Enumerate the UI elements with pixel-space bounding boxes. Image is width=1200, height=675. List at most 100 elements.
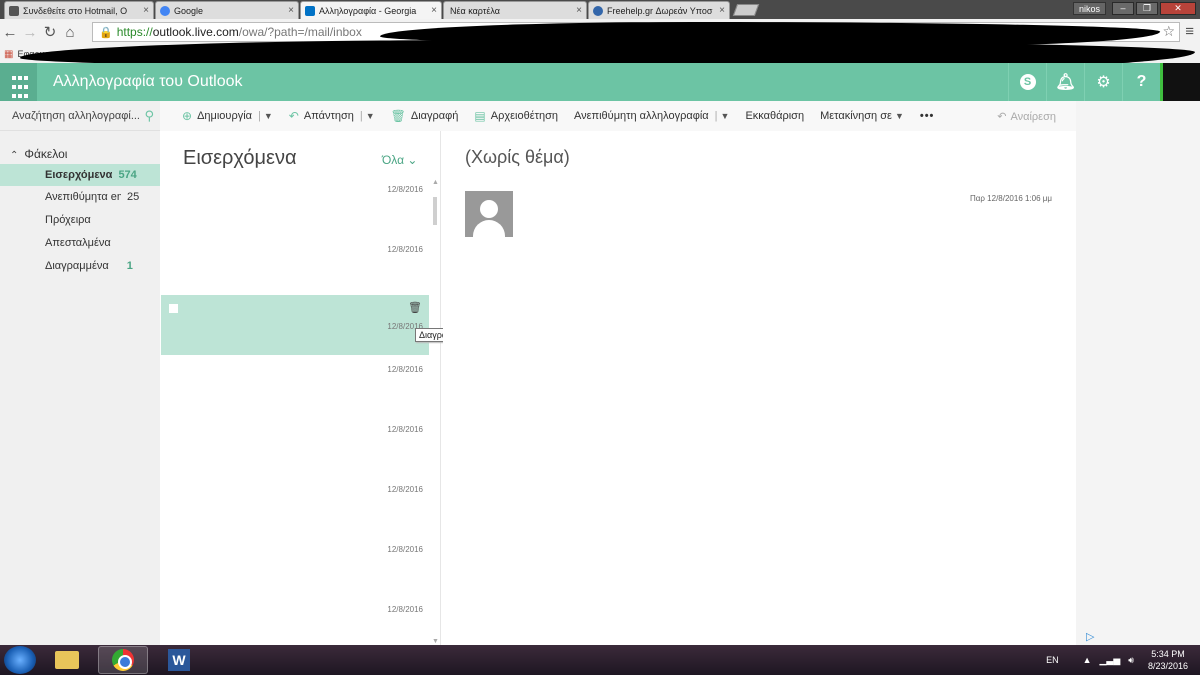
folder-deleted[interactable]: Διαγραμμένα 1 bbox=[0, 255, 160, 277]
back-icon[interactable]: ← bbox=[0, 24, 20, 41]
bookmark-star-icon[interactable]: ☆ bbox=[1162, 23, 1175, 40]
filter-dropdown[interactable]: Όλα ⌄ bbox=[382, 153, 417, 167]
reload-icon[interactable]: ↻ bbox=[40, 23, 60, 41]
window-controls: nikos – ❐ ✕ bbox=[1072, 0, 1200, 17]
message-row[interactable]: 12/8/2016 bbox=[161, 475, 429, 535]
help-icon[interactable]: ? bbox=[1122, 63, 1160, 101]
taskbar-explorer[interactable] bbox=[42, 646, 92, 674]
search-input[interactable]: Αναζήτηση αλληλογραφί... ⚲ bbox=[0, 101, 160, 131]
reply-button[interactable]: ↶ Απάντηση | ▼ bbox=[289, 109, 375, 123]
move-to-button[interactable]: Μετακίνηση σε ▼ bbox=[820, 110, 904, 122]
archive-icon: ▤ bbox=[474, 109, 486, 123]
search-icon[interactable]: ⚲ bbox=[144, 108, 154, 124]
chrome-icon bbox=[112, 649, 134, 671]
ad-choices-icon[interactable]: ▷ bbox=[1086, 630, 1094, 643]
skype-icon[interactable]: S bbox=[1008, 63, 1046, 101]
scroll-down-icon[interactable]: ▼ bbox=[432, 638, 439, 645]
close-tab-icon[interactable]: × bbox=[143, 5, 149, 16]
url-scheme: https:// bbox=[116, 25, 153, 39]
browser-tab[interactable]: Νέα καρτέλα × bbox=[443, 1, 587, 19]
select-checkbox[interactable] bbox=[169, 304, 178, 313]
home-icon[interactable]: ⌂ bbox=[60, 24, 80, 41]
trash-icon: 🗑︎ bbox=[390, 109, 406, 123]
browser-tab[interactable]: Google × bbox=[155, 1, 299, 19]
message-row[interactable]: 12/8/2016 bbox=[161, 535, 429, 595]
url-path: /owa/?path=/mail/inbox bbox=[238, 25, 362, 39]
message-row[interactable]: 12/8/2016 bbox=[161, 175, 429, 235]
mail-favicon-icon bbox=[305, 5, 315, 16]
trash-icon[interactable]: 🗑︎ bbox=[408, 301, 422, 314]
reading-pane: (Χωρίς θέμα) Παρ 12/8/2016 1:06 μμ bbox=[443, 131, 1076, 645]
junk-button[interactable]: Ανεπιθύμητη αλληλογραφία | ▼ bbox=[574, 110, 729, 122]
unread-count: 25 bbox=[127, 191, 140, 203]
close-tab-icon[interactable]: × bbox=[431, 5, 437, 16]
message-list-scrollbar[interactable]: ▲ ▼ bbox=[431, 179, 439, 645]
url-host: outlook.live.com bbox=[152, 25, 239, 39]
browser-tabstrip: Συνδεθείτε στο Hotmail, O × Google × Αλληλ… bbox=[0, 0, 1200, 19]
tray-arrow-icon[interactable]: ▲ bbox=[1083, 655, 1092, 665]
freehelp-favicon-icon bbox=[593, 5, 603, 16]
browser-tab[interactable]: Συνδεθείτε στο Hotmail, O × bbox=[4, 1, 154, 19]
chevron-down-icon: ⌄ bbox=[407, 153, 418, 167]
chevron-down-icon[interactable]: ▼ bbox=[366, 111, 375, 121]
gear-icon[interactable]: ⚙ bbox=[1084, 63, 1122, 101]
word-icon: W bbox=[168, 649, 190, 671]
folder-drafts[interactable]: Πρόχειρα bbox=[0, 209, 160, 231]
undo-button[interactable]: ↶ Αναίρεση bbox=[997, 110, 1056, 123]
chevron-down-icon: ▼ bbox=[894, 111, 904, 121]
message-row[interactable]: 12/8/2016 bbox=[161, 355, 429, 415]
message-row[interactable]: 12/8/2016 bbox=[161, 235, 429, 295]
clock[interactable]: 5:34 PM 8/23/2016 bbox=[1148, 648, 1188, 672]
command-bar: ⊕ Δημιουργία | ▼ ↶ Απάντηση | ▼ 🗑︎ Διαγραφ… bbox=[160, 101, 1076, 131]
message-row[interactable]: 12/8/2016 bbox=[161, 415, 429, 475]
google-favicon-icon bbox=[160, 5, 170, 16]
bell-icon[interactable]: 🔔︎ bbox=[1046, 63, 1084, 101]
app-launcher-icon[interactable] bbox=[0, 63, 37, 101]
folder-pane: ⌃Φάκελοι Εισερχόμενα 574 Ανεπιθύμητα ema… bbox=[0, 131, 160, 645]
chevron-down-icon[interactable]: ▼ bbox=[721, 111, 730, 121]
new-tab-button[interactable] bbox=[732, 4, 760, 16]
restore-icon[interactable]: ❐ bbox=[1136, 2, 1158, 15]
sender-avatar-icon[interactable] bbox=[465, 191, 513, 237]
browser-tab[interactable]: Freehelp.gr Δωρεάν Υποσ × bbox=[588, 1, 730, 19]
app-title[interactable]: Αλληλογραφία του Outlook bbox=[53, 73, 243, 91]
chrome-menu-icon[interactable]: ≡ bbox=[1185, 23, 1194, 40]
sweep-button[interactable]: Εκκαθάριση bbox=[745, 110, 804, 122]
volume-icon[interactable]: 🔊︎ bbox=[1128, 655, 1134, 666]
start-button[interactable] bbox=[4, 646, 36, 674]
profile-chip[interactable]: nikos bbox=[1072, 2, 1106, 15]
scroll-up-icon[interactable]: ▲ bbox=[432, 179, 439, 186]
chevron-down-icon[interactable]: ▼ bbox=[264, 111, 273, 121]
browser-tab-active[interactable]: Αλληλογραφία - Georgia × bbox=[300, 1, 442, 19]
close-tab-icon[interactable]: × bbox=[719, 5, 725, 16]
folder-sent[interactable]: Απεσταλμένα bbox=[0, 232, 160, 254]
signal-icon[interactable]: ▁▃▅ bbox=[1100, 655, 1121, 666]
reply-icon: ↶ bbox=[288, 109, 299, 123]
close-tab-icon[interactable]: × bbox=[576, 5, 582, 16]
minimize-icon[interactable]: – bbox=[1112, 2, 1134, 15]
taskbar-word[interactable]: W bbox=[154, 646, 204, 674]
scroll-thumb[interactable] bbox=[433, 197, 437, 225]
forward-icon[interactable]: → bbox=[20, 24, 40, 41]
language-indicator[interactable]: EN bbox=[1046, 655, 1059, 665]
new-button[interactable]: ⊕ Δημιουργία | ▼ bbox=[182, 109, 273, 123]
message-row-selected[interactable]: 🗑︎ 12/8/2016 bbox=[161, 295, 429, 355]
folder-inbox[interactable]: Εισερχόμενα 574 bbox=[0, 164, 160, 186]
folder-junk[interactable]: Ανεπιθύμητα email 25 bbox=[0, 186, 160, 208]
close-tab-icon[interactable]: × bbox=[288, 5, 294, 16]
archive-button[interactable]: ▤ Αρχειοθέτηση bbox=[474, 109, 558, 123]
close-window-icon[interactable]: ✕ bbox=[1160, 2, 1196, 15]
folders-header[interactable]: ⌃ Φάκελοι bbox=[10, 147, 67, 161]
more-actions-button[interactable]: ••• bbox=[920, 110, 935, 122]
taskbar-chrome[interactable] bbox=[98, 646, 148, 674]
unread-count: 1 bbox=[126, 260, 133, 272]
message-list-title: Εισερχόμενα bbox=[183, 147, 297, 169]
apps-icon[interactable]: ▦ bbox=[4, 49, 13, 60]
tab-favicon-icon bbox=[9, 5, 19, 16]
user-avatar[interactable] bbox=[1160, 63, 1200, 101]
chevron-up-icon: ⌃ bbox=[10, 150, 19, 161]
delete-button[interactable]: 🗑︎ Διαγραφή bbox=[391, 109, 459, 123]
outlook-header: Αλληλογραφία του Outlook S 🔔︎ ⚙ ? bbox=[0, 63, 1160, 101]
system-tray: EN ▲ ▁▃▅ 🔊︎ 5:34 PM 8/23/2016 bbox=[1046, 645, 1188, 675]
plus-circle-icon: ⊕ bbox=[182, 109, 193, 123]
